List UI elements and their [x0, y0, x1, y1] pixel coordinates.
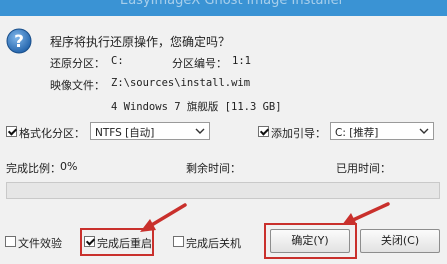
annotation-arrows	[140, 202, 390, 232]
annotation-arrow-reboot	[140, 203, 187, 232]
annotation-arrow-ok	[342, 202, 390, 225]
